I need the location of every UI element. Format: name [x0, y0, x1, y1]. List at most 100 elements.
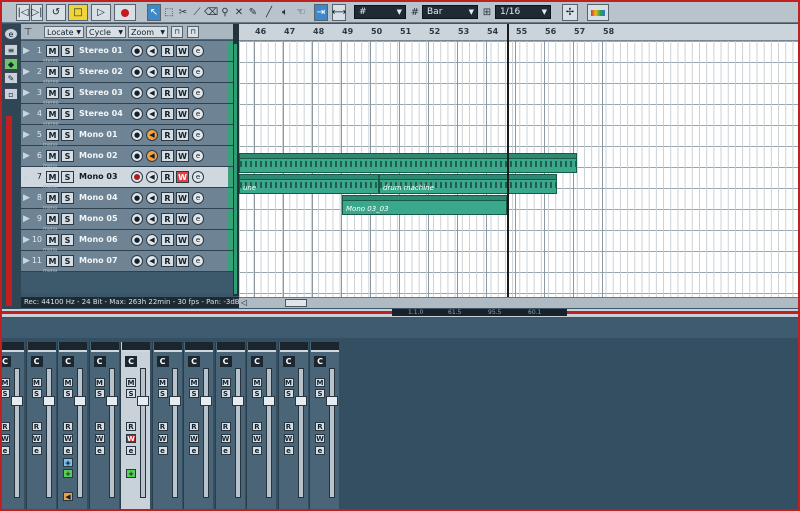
solo-button[interactable]: S [61, 234, 74, 246]
go-to-start-button[interactable]: |◁ [16, 4, 30, 21]
read-automation-button[interactable]: R [94, 422, 105, 431]
monitor-icon[interactable]: ◀ [146, 192, 158, 204]
read-automation-button[interactable]: R [161, 255, 174, 267]
read-automation-button[interactable]: R [161, 234, 174, 246]
mute-button[interactable]: M [46, 234, 59, 246]
volume-fader[interactable] [140, 368, 146, 498]
write-automation-button[interactable]: W [126, 434, 136, 443]
solo-button[interactable]: S [189, 389, 199, 398]
inspector-toggle-icon[interactable]: e [4, 28, 18, 40]
mixer-channel-strip[interactable]: C MS RWe [214, 342, 245, 509]
edit-icon[interactable]: e [63, 446, 73, 455]
read-automation-button[interactable]: R [126, 422, 136, 431]
object-select-tool-icon[interactable]: ↖ [147, 4, 161, 21]
edit-icon[interactable]: e [252, 446, 262, 455]
horizontal-scrollbar[interactable]: ◁ [239, 297, 798, 308]
cycle-button[interactable]: ↺ [46, 4, 66, 21]
mute-button[interactable]: M [126, 378, 136, 387]
project-cursor[interactable] [507, 24, 509, 297]
solo-button[interactable]: S [61, 192, 74, 204]
mute-button[interactable]: M [189, 378, 199, 387]
edit-channel-icon[interactable]: e [192, 213, 204, 225]
record-enable-icon[interactable]: ● [131, 192, 143, 204]
read-automation-button[interactable]: R [283, 422, 294, 431]
edit-channel-icon[interactable]: e [192, 255, 204, 267]
edit-icon[interactable]: e [189, 446, 199, 455]
channel-settings-button[interactable]: C [219, 356, 232, 367]
edit-icon[interactable]: e [126, 446, 136, 455]
write-automation-button[interactable]: W [176, 255, 189, 267]
mixer-channel-strip[interactable]: C M S R We ◈ + ◀ [57, 342, 87, 509]
monitor-icon[interactable]: ◀ [146, 213, 158, 225]
channel-settings-button[interactable]: C [156, 356, 169, 367]
track-expand-icon[interactable]: ▶ [23, 193, 30, 203]
solo-button[interactable]: S [220, 389, 231, 398]
solo-button[interactable]: S [2, 389, 10, 398]
write-automation-button[interactable]: W [315, 434, 325, 443]
mute-button[interactable]: M [2, 378, 10, 387]
monitor-icon[interactable]: ◀ [146, 108, 158, 120]
volume-fader[interactable] [45, 368, 52, 498]
audio-part[interactable] [239, 153, 577, 173]
solo-button[interactable]: S [61, 171, 74, 183]
read-automation-button[interactable]: R [161, 87, 174, 99]
mixer-channel-strip[interactable]: C MS RWe [309, 342, 339, 509]
range-select-tool-icon[interactable]: ⬚ [162, 5, 176, 19]
play-button[interactable]: ▷ [91, 4, 111, 21]
volume-fader[interactable] [171, 368, 178, 498]
channel-settings-button[interactable]: C [188, 356, 200, 367]
monitor-icon[interactable]: ◀ [63, 492, 73, 501]
line-tool-icon[interactable]: ╱ [262, 5, 276, 19]
write-automation-button[interactable]: W [220, 434, 231, 443]
write-automation-button[interactable]: W [63, 434, 73, 443]
record-enable-icon[interactable] [131, 171, 143, 183]
solo-button[interactable]: S [31, 389, 42, 398]
solo-button[interactable]: S [315, 389, 325, 398]
record-enable-icon[interactable]: ● [131, 150, 143, 162]
solo-button[interactable]: S [61, 87, 74, 99]
mixer-channel-strip[interactable]: C MS RWe [246, 342, 276, 509]
monitor-icon[interactable]: ◀ [146, 171, 158, 183]
scrollbar-thumb[interactable] [285, 299, 307, 307]
monitor-icon[interactable]: ◀ [146, 150, 158, 162]
track-row[interactable]: ▶ 9 M S Mono 05 mono ● ◀ R We [21, 209, 233, 232]
edit-channel-icon[interactable]: e [192, 108, 204, 120]
edit-channel-icon[interactable]: e [192, 66, 204, 78]
mixer-channel-strip[interactable]: C MS RWe [151, 342, 182, 509]
edit-icon[interactable]: e [2, 446, 10, 455]
write-automation-button[interactable]: W [283, 434, 294, 443]
header-option-2-icon[interactable]: ⊓ [187, 26, 199, 38]
channel-settings-button[interactable]: C [93, 356, 106, 367]
track-expand-icon[interactable]: ▶ [23, 109, 30, 119]
track-expand-icon[interactable]: ▶ [23, 172, 30, 182]
solo-button[interactable]: S [61, 45, 74, 57]
write-automation-button[interactable]: W [176, 213, 189, 225]
mixer-channel-strip[interactable]: C MS RWe [2, 342, 24, 509]
add-track-icon[interactable]: ◆ [4, 58, 18, 70]
record-enable-icon[interactable]: ● [131, 255, 143, 267]
write-automation-button[interactable]: W [176, 66, 189, 78]
read-automation-button[interactable]: R [157, 422, 168, 431]
audio-part[interactable]: une [239, 174, 379, 194]
channel-settings-button[interactable]: C [251, 356, 263, 367]
track-expand-icon[interactable]: ▶ [23, 235, 30, 245]
audio-part[interactable]: drum machine [379, 174, 557, 194]
track-row[interactable]: ▶ 11 M S Mono 07 mono ● ◀ R We [21, 251, 233, 274]
track-expand-icon[interactable]: ▶ [23, 88, 30, 98]
read-automation-button[interactable]: R [161, 171, 174, 183]
read-automation-button[interactable]: R [161, 213, 174, 225]
track-expand-icon[interactable]: ▶ [23, 256, 30, 266]
record-enable-icon[interactable]: ● [131, 45, 143, 57]
read-automation-button[interactable]: R [161, 108, 174, 120]
fader-handle[interactable] [294, 396, 307, 406]
monitor-icon[interactable]: ◀ [146, 45, 158, 57]
write-automation-button[interactable]: W [189, 434, 199, 443]
zoom-tool-icon[interactable]: ⚲ [218, 5, 232, 19]
mute-button[interactable]: M [283, 378, 294, 387]
record-button[interactable] [114, 4, 136, 21]
stop-button[interactable]: □ [68, 4, 88, 21]
add-icon[interactable]: + [126, 469, 136, 478]
track-row[interactable]: ▶ 4 M S Stereo 04 stereo ● ◀ R We [21, 104, 233, 127]
channel-settings-button[interactable]: C [30, 356, 43, 367]
solo-button[interactable]: S [61, 213, 74, 225]
